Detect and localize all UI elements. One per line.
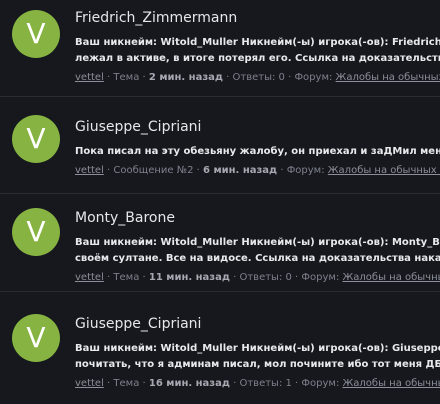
- thread-title-link[interactable]: Giuseppe_Cipriani: [75, 316, 440, 333]
- avatar[interactable]: V: [12, 314, 60, 362]
- post-snippet: Ваш никнейм: Witold_Muller Никнейм(-ы) и…: [75, 341, 440, 373]
- snippet-line: почитать, что я админам писал, мол почин…: [75, 359, 440, 370]
- avatar-letter: V: [26, 17, 46, 50]
- reply-count: Ответы: 1: [239, 378, 292, 389]
- avatar[interactable]: V: [12, 10, 60, 58]
- content-type: Тема: [113, 72, 140, 83]
- avatar-letter: V: [26, 122, 46, 155]
- avatar[interactable]: V: [12, 208, 60, 256]
- snippet-line: Ваш никнейм: Witold_Muller Никнейм(-ы) и…: [75, 37, 440, 48]
- snippet-line: Ваш никнейм: Witold_Muller Никнейм(-ы) и…: [75, 343, 440, 354]
- snippet-line: Ваш никнейм: Witold_Muller Никнейм(-ы) и…: [75, 237, 440, 248]
- forum-link[interactable]: Жалобы на обычных игроков: [336, 72, 440, 83]
- author-link[interactable]: vettel: [75, 272, 104, 283]
- forum-link[interactable]: Жалобы на обычных игроков: [328, 165, 440, 176]
- post-snippet: Ваш никнейм: Witold_Muller Никнейм(-ы) и…: [75, 235, 440, 267]
- avatar-letter: V: [26, 321, 46, 354]
- reply-count: Ответы: 0: [232, 72, 285, 83]
- list-item: V Giuseppe_Cipriani Ваш никнейм: Witold_…: [0, 292, 440, 391]
- avatar-letter: V: [26, 215, 46, 248]
- forum-label: Форум:: [301, 272, 340, 283]
- item-meta: vettel · Сообщение №2 · 6 мин. назад · Ф…: [75, 163, 440, 178]
- author-link[interactable]: vettel: [75, 72, 104, 83]
- forum-link[interactable]: Жалобы на обычных игроков: [343, 378, 440, 389]
- post-snippet: Пока писал на эту обезьяну жалобу, он пр…: [75, 144, 440, 160]
- timestamp: 2 мин. назад: [148, 72, 223, 83]
- list-item: V Monty_Barone Ваш никнейм: Witold_Mulle…: [0, 194, 440, 290]
- timestamp: 11 мин. назад: [148, 272, 230, 283]
- thread-title-link[interactable]: Giuseppe_Cipriani: [75, 119, 440, 136]
- reply-count: Ответы: 0: [239, 272, 292, 283]
- forum-label: Форум:: [286, 165, 325, 176]
- thread-title-link[interactable]: Friedrich_Zimmermann: [75, 10, 440, 27]
- avatar[interactable]: V: [12, 115, 60, 163]
- author-link[interactable]: vettel: [75, 165, 104, 176]
- content-type: Сообщение №2: [113, 165, 194, 176]
- activity-feed: V Friedrich_Zimmermann Ваш никнейм: Wito…: [0, 0, 440, 404]
- thread-title-link[interactable]: Monty_Barone: [75, 210, 440, 227]
- item-meta: vettel · Тема · 16 мин. назад · Ответы: …: [75, 376, 440, 391]
- list-item: V Giuseppe_Cipriani Пока писал на эту об…: [0, 97, 440, 193]
- forum-link[interactable]: Жалобы на обычных игроков: [343, 272, 440, 283]
- post-snippet: Ваш никнейм: Witold_Muller Никнейм(-ы) и…: [75, 35, 440, 67]
- item-meta: vettel · Тема · 2 мин. назад · Ответы: 0…: [75, 70, 440, 85]
- snippet-line: своём султане. Все на видосе. Ссылка на …: [75, 253, 440, 264]
- snippet-line: Пока писал на эту обезьяну жалобу, он пр…: [75, 146, 440, 157]
- forum-label: Форум:: [301, 378, 340, 389]
- timestamp: 6 мин. назад: [203, 165, 278, 176]
- content-type: Тема: [113, 378, 140, 389]
- author-link[interactable]: vettel: [75, 378, 104, 389]
- timestamp: 16 мин. назад: [148, 378, 230, 389]
- item-meta: vettel · Тема · 11 мин. назад · Ответы: …: [75, 270, 440, 285]
- snippet-line: лежал в активе, в итоге потерял его. Ссы…: [75, 53, 440, 64]
- content-type: Тема: [113, 272, 140, 283]
- list-item: V Friedrich_Zimmermann Ваш никнейм: Wito…: [0, 0, 440, 96]
- forum-label: Форум:: [294, 72, 333, 83]
